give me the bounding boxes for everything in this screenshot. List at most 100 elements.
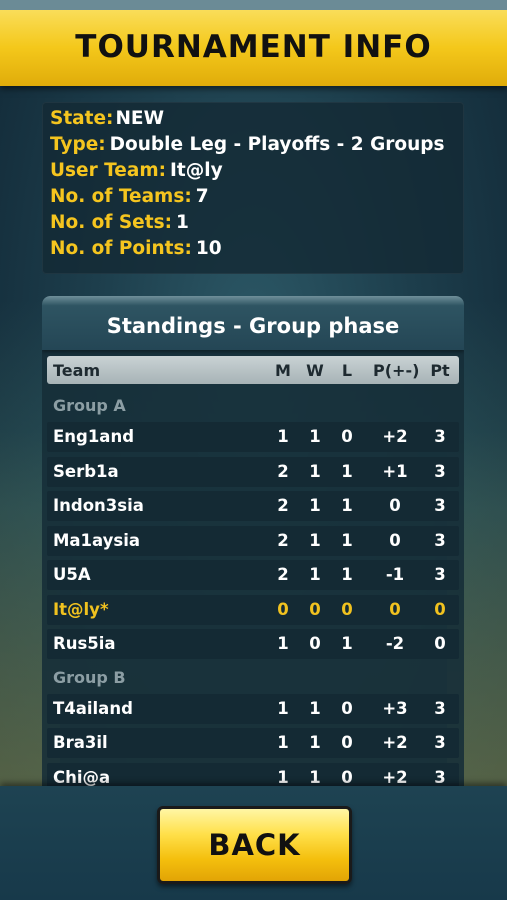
cell-losses: 0 [341, 733, 353, 752]
back-button-label: BACK [208, 828, 301, 862]
standings-title: Standings - Group phase [106, 314, 400, 338]
cell-matches: 1 [277, 698, 289, 718]
cell-points: 3 [434, 698, 446, 718]
cell-points-diff: -1 [385, 565, 405, 584]
cell-wins: 0 [309, 599, 321, 619]
cell-losses: 1 [341, 530, 353, 550]
cell-points-diff: +2 [382, 767, 408, 787]
cell-matches: 1 [277, 767, 289, 787]
cell-points: 3 [434, 565, 446, 584]
info-label: State: [50, 108, 114, 129]
cell-points: 0 [434, 599, 446, 619]
cell-points: 3 [434, 461, 446, 481]
cell-team: It@ly* [53, 599, 109, 619]
cell-wins: 1 [309, 496, 321, 515]
info-label: Type: [50, 134, 106, 155]
table-row: Eng1and 1 1 0 +2 3 [47, 422, 459, 452]
cell-team: Bra3il [53, 733, 108, 752]
info-value: It@ly [170, 160, 223, 181]
table-row: Ma1aysia 2 1 1 0 3 [47, 525, 459, 556]
cell-losses: 0 [341, 427, 353, 446]
table-row: Rus5ia 1 0 1 -2 0 [47, 629, 459, 659]
info-num-teams: No. of Teams: 7 [50, 184, 209, 210]
info-num-points: No. of Points: 10 [50, 236, 222, 262]
tournament-info-box: State: NEW Type: Double Leg - Playoffs - 2… [42, 102, 464, 274]
cell-points-diff: 0 [389, 496, 401, 515]
cell-team: Serb1a [53, 461, 119, 481]
cell-matches: 2 [277, 565, 289, 584]
standings-column-header: Team M W L P(+-) Pt [47, 356, 459, 384]
cell-points: 3 [434, 496, 446, 515]
info-label: No. of Sets: [50, 212, 172, 233]
cell-points-diff: 0 [389, 599, 401, 619]
info-value: 10 [195, 238, 222, 259]
cell-matches: 1 [277, 733, 289, 752]
column-losses: L [341, 361, 353, 380]
table-row: U5A 2 1 1 -1 3 [47, 560, 459, 590]
info-type: Type: Double Leg - Playoffs - 2 Groups [50, 132, 445, 158]
column-team: Team [53, 361, 101, 380]
cell-points: 0 [434, 634, 446, 653]
cell-losses: 1 [341, 634, 353, 653]
cell-team: U5A [53, 565, 91, 584]
info-num-sets: No. of Sets: 1 [50, 210, 189, 236]
info-value: NEW [115, 108, 164, 129]
info-label: No. of Points: [50, 238, 192, 259]
info-value: Double Leg - Playoffs - 2 Groups [109, 134, 445, 155]
cell-wins: 1 [309, 427, 321, 446]
cell-matches: 0 [277, 599, 289, 619]
column-points-diff: P(+-) [373, 361, 420, 380]
back-button[interactable]: BACK [157, 806, 352, 884]
cell-losses: 0 [341, 599, 353, 619]
cell-team: Ma1aysia [53, 530, 141, 550]
cell-team: Chi@a [53, 767, 111, 787]
cell-points: 3 [434, 427, 446, 446]
cell-matches: 1 [277, 634, 289, 653]
cell-wins: 1 [309, 530, 321, 550]
cell-team: Rus5ia [53, 634, 116, 653]
group-label: Group B [53, 667, 126, 687]
column-wins: W [306, 361, 324, 380]
cell-points-diff: -2 [385, 634, 405, 653]
cell-points: 3 [434, 733, 446, 752]
cell-points-diff: +2 [382, 427, 408, 446]
table-row: T4ailand 1 1 0 +3 3 [47, 693, 459, 724]
cell-points-diff: +2 [382, 733, 408, 752]
info-user-team: User Team: It@ly [50, 158, 223, 184]
cell-wins: 1 [309, 461, 321, 481]
cell-losses: 0 [341, 767, 353, 787]
cell-matches: 2 [277, 496, 289, 515]
cell-losses: 1 [341, 496, 353, 515]
info-state: State: NEW [50, 106, 164, 132]
standings-header: Standings - Group phase [42, 296, 464, 350]
cell-points-diff: +3 [382, 698, 408, 718]
cell-points: 3 [434, 767, 446, 787]
info-label: User Team: [50, 160, 167, 181]
cell-team: Indon3sia [53, 496, 144, 515]
table-row: Bra3il 1 1 0 +2 3 [47, 728, 459, 758]
standings-panel[interactable]: Standings - Group phase Team M W L P(+-)… [42, 296, 464, 790]
group-label: Group A [53, 396, 126, 415]
cell-points: 3 [434, 530, 446, 550]
cell-wins: 1 [309, 698, 321, 718]
table-row: Indon3sia 2 1 1 0 3 [47, 491, 459, 521]
cell-matches: 2 [277, 530, 289, 550]
page-title: TOURNAMENT INFO [75, 29, 432, 65]
cell-losses: 0 [341, 698, 353, 718]
info-value: 7 [195, 186, 209, 207]
column-matches: M [275, 361, 291, 380]
table-row-user-team: It@ly* 0 0 0 0 0 [47, 594, 459, 625]
cell-team: Eng1and [53, 427, 135, 446]
cell-wins: 1 [309, 565, 321, 584]
cell-points-diff: 0 [389, 530, 401, 550]
cell-team: T4ailand [53, 698, 133, 718]
cell-matches: 2 [277, 461, 289, 481]
cell-points-diff: +1 [382, 461, 408, 481]
title-banner: TOURNAMENT INFO [0, 0, 507, 86]
info-value: 1 [175, 212, 189, 233]
cell-losses: 1 [341, 461, 353, 481]
info-label: No. of Teams: [50, 186, 192, 207]
cell-matches: 1 [277, 427, 289, 446]
table-row: Serb1a 2 1 1 +1 3 [47, 456, 459, 487]
cell-wins: 1 [309, 733, 321, 752]
